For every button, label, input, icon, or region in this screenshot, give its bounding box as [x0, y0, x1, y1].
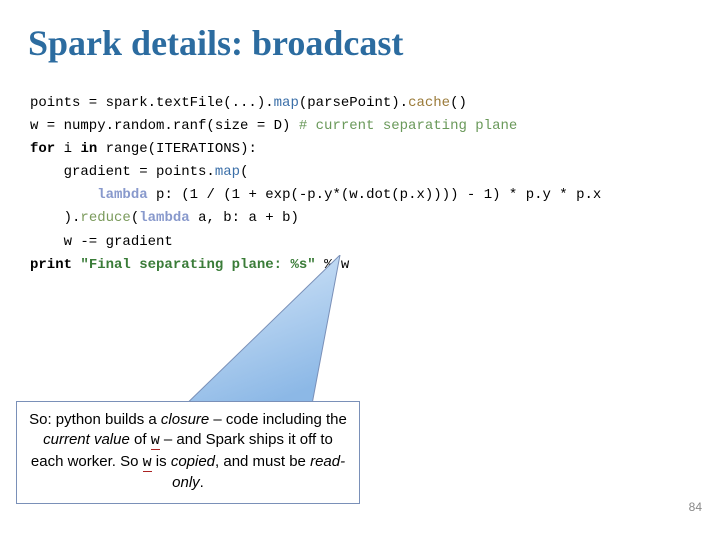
- code-l5c: p: (1 / (1 + exp(-p.y*(w.dot(p.x)))) - 1…: [148, 187, 602, 203]
- callout-w1: w: [151, 432, 160, 450]
- callout-copied: copied: [171, 453, 215, 470]
- code-l6-lambda: lambda: [139, 210, 189, 226]
- code-l3d: range(ITERATIONS):: [97, 141, 257, 157]
- code-l3-in: in: [80, 141, 97, 157]
- callout-currentvalue: current value: [43, 431, 130, 448]
- code-l4c: (: [240, 164, 248, 180]
- code-l2a: w = numpy.random.ranf(size = D): [30, 118, 299, 134]
- callout-t1: So: python builds a: [29, 411, 161, 428]
- callout-t9: is: [152, 453, 171, 470]
- code-l1-cache: cache: [408, 95, 450, 111]
- code-l1e: (): [450, 95, 467, 111]
- code-l6a: ).: [30, 210, 80, 226]
- code-l1c: (parsePoint).: [299, 95, 408, 111]
- code-l1a: points = spark.textFile(...).: [30, 95, 274, 111]
- callout-t13: .: [200, 474, 204, 491]
- callout-closure: closure: [161, 411, 209, 428]
- code-l3b: i: [55, 141, 80, 157]
- code-l6-reduce: reduce: [80, 210, 130, 226]
- code-l3-for: for: [30, 141, 55, 157]
- code-l2-comment: # current separating plane: [299, 118, 517, 134]
- code-l5-lambda: lambda: [97, 187, 147, 203]
- callout-box: So: python builds a closure – code inclu…: [16, 401, 360, 504]
- code-l1-map: map: [274, 95, 299, 111]
- code-block: points = spark.textFile(...).map(parsePo…: [0, 64, 720, 277]
- code-l6e: a, b: a + b): [190, 210, 299, 226]
- code-l8d: % w: [316, 257, 350, 273]
- code-l4a: gradient = points.: [30, 164, 215, 180]
- callout-t5: of: [130, 431, 151, 448]
- slide-title: Spark details: broadcast: [0, 0, 720, 64]
- callout-w2: w: [143, 454, 152, 472]
- code-l7: w -= gradient: [30, 234, 173, 250]
- callout-t11: , and must be: [215, 453, 310, 470]
- code-l8-str: "Final separating plane: %s": [80, 257, 315, 273]
- code-l5a: [30, 187, 97, 203]
- page-number: 84: [689, 500, 702, 514]
- code-l8-print: print: [30, 257, 72, 273]
- callout-t3: – code including the: [209, 411, 347, 428]
- callout-pointer: [175, 255, 395, 420]
- code-l4-map: map: [215, 164, 240, 180]
- code-l6c: (: [131, 210, 139, 226]
